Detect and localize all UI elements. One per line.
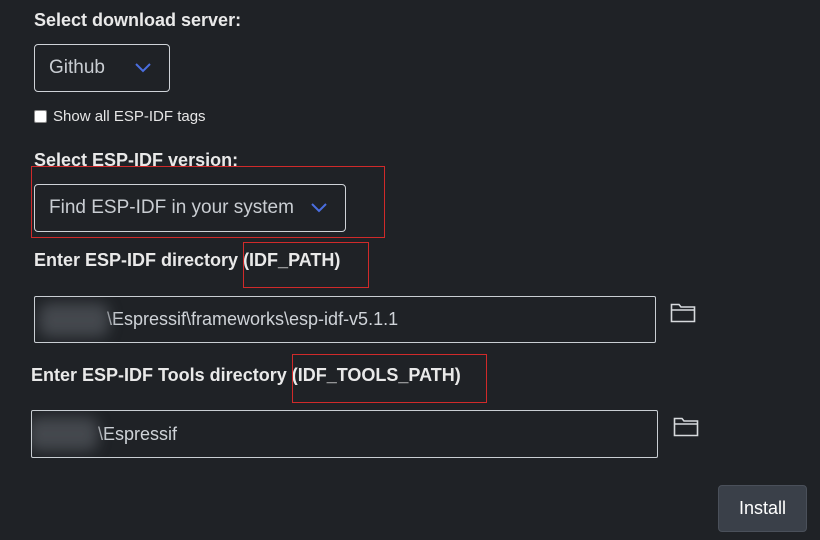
idf-tools-path-label: Enter ESP-IDF Tools directory (IDF_TOOLS… bbox=[31, 365, 461, 386]
idf-version-value: Find ESP-IDF in your system bbox=[49, 197, 294, 218]
show-all-tags-label: Show all ESP-IDF tags bbox=[53, 108, 206, 125]
redacted-path-prefix bbox=[32, 417, 98, 451]
redacted-path-prefix bbox=[39, 303, 109, 337]
download-server-value: Github bbox=[49, 57, 105, 78]
download-server-label: Select download server: bbox=[34, 10, 242, 30]
idf-path-label: Enter ESP-IDF directory (IDF_PATH) bbox=[34, 250, 340, 271]
idf-path-label-main: Enter ESP-IDF directory bbox=[34, 250, 239, 270]
idf-tools-path-label-var: (IDF_TOOLS_PATH) bbox=[291, 365, 461, 385]
idf-path-label-var: (IDF_PATH) bbox=[243, 250, 341, 270]
idf-tools-path-value: \Espressif bbox=[98, 423, 178, 444]
folder-icon[interactable] bbox=[670, 301, 696, 328]
install-button[interactable]: Install bbox=[718, 485, 807, 532]
idf-tools-path-label-main: Enter ESP-IDF Tools directory bbox=[31, 365, 287, 385]
chevron-down-icon bbox=[135, 57, 151, 79]
idf-tools-path-input[interactable]: \Espressif bbox=[31, 410, 658, 458]
download-server-select[interactable]: Github bbox=[34, 44, 170, 92]
idf-version-label: Select ESP-IDF version: bbox=[34, 150, 239, 170]
idf-version-select[interactable]: Find ESP-IDF in your system bbox=[34, 184, 346, 232]
show-all-tags-row[interactable]: Show all ESP-IDF tags bbox=[34, 108, 206, 125]
show-all-tags-checkbox[interactable] bbox=[34, 110, 47, 123]
folder-icon[interactable] bbox=[673, 415, 699, 442]
idf-path-input[interactable]: \Espressif\frameworks\esp-idf-v5.1.1 bbox=[34, 296, 656, 343]
chevron-down-icon bbox=[311, 197, 327, 219]
idf-path-value: \Espressif\frameworks\esp-idf-v5.1.1 bbox=[107, 309, 399, 329]
